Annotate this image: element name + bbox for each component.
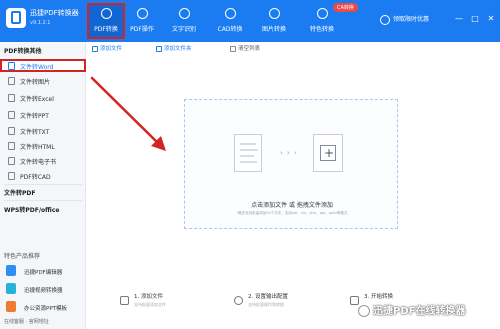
app-version: v9.1.2.1 (30, 20, 51, 26)
sidebar-item-to-word[interactable]: 文件转Word (0, 59, 86, 72)
sidebar-footer-links[interactable]: 在线客服 · 官网地址 (4, 318, 49, 325)
source-document-icon (234, 134, 262, 172)
document-icon (8, 94, 15, 102)
add-file-step-icon (120, 296, 129, 305)
trash-icon (230, 45, 236, 52)
product-video-converter[interactable]: 迅捷视频转换器 (4, 282, 80, 296)
document-icon (8, 62, 15, 70)
document-icon (8, 111, 15, 119)
step-add-file: 1. 添加文件 支持批量添加文件 (134, 294, 166, 307)
document-icon (8, 142, 15, 150)
close-button[interactable]: ✕ (486, 14, 496, 24)
document-icon (8, 77, 15, 85)
app-title: 迅捷PDF转换器 (30, 9, 79, 17)
special-convert-icon (316, 8, 328, 19)
clear-list-button[interactable]: 清空列表 (230, 44, 260, 52)
sidebar-item-pdf-to-cad[interactable]: PDF转CAD (0, 169, 86, 182)
minimize-button[interactable]: — (454, 14, 464, 24)
sidebar-item-to-image[interactable]: 文件转图片 (0, 74, 86, 87)
dropzone-title: 点击添加文件 或 拖拽文件添加 (251, 202, 333, 209)
sidebar-item-to-excel[interactable]: 文件转Excel (0, 91, 86, 104)
nav-ocr[interactable]: 文字识别 (166, 4, 202, 38)
step-start-convert: 3. 开始转换 (364, 294, 393, 300)
folder-icon (156, 45, 162, 52)
pdf-convert-icon (100, 8, 112, 19)
sidebar-item-to-ebook[interactable]: 文件转电子书 (0, 154, 86, 167)
document-icon (8, 157, 15, 165)
product-ppt-templates[interactable]: 办公资源PPT模板 (4, 300, 80, 314)
top-bar: 迅捷PDF转换器 v9.1.2.1 PDF转换 PDF操作 文字识别 CAD转换… (0, 0, 500, 42)
document-icon (8, 172, 15, 180)
sidebar-item-to-ppt[interactable]: 文件转PPT (0, 108, 86, 121)
settings-gear-icon (234, 296, 243, 305)
ocr-icon (178, 8, 190, 19)
file-toolbar: 添加文件 添加文件夹 清空列表 (88, 44, 498, 56)
watermark-logo-icon (358, 305, 370, 317)
file-drop-zone[interactable]: › › › + 点击添加文件 或 拖拽文件添加 *最多支持批量添加50个文件，支… (184, 99, 398, 229)
user-icon (380, 14, 390, 25)
sidebar-section-wps[interactable]: WPS转PDF/office (4, 205, 59, 214)
add-file-icon (92, 45, 98, 52)
add-folder-button[interactable]: 添加文件夹 (156, 44, 192, 52)
dropzone-subtitle: *最多支持批量添加50个文件，支持pdf、xls、xlsx、ppt、pptx等格… (236, 211, 348, 215)
sidebar-section-pdf-convert[interactable]: PDF转换其他 (4, 46, 41, 55)
pdf-operate-icon (136, 8, 148, 19)
app-logo-icon (6, 8, 26, 28)
image-convert-icon (268, 8, 280, 19)
ca-convert-badge[interactable]: CA转换 (333, 3, 358, 12)
document-icon (8, 127, 15, 135)
step-output-settings: 2. 设置输出配置 支持批量操作和转换 (248, 294, 288, 307)
product-pdf-editor[interactable]: 迅捷PDF编辑器 (4, 264, 80, 278)
divider (4, 184, 82, 185)
nav-pdf-operate[interactable]: PDF操作 (124, 4, 160, 38)
maximize-button[interactable]: □ (470, 14, 480, 24)
video-converter-icon (6, 283, 16, 294)
watermark: 迅捷PDF在线转换器 (358, 302, 465, 317)
sidebar-section-to-pdf[interactable]: 文件转PDF (4, 188, 35, 197)
sidebar-section-products: 特色产品推荐 (4, 253, 41, 260)
vip-offer-button[interactable]: 领取限时优惠 (380, 14, 429, 25)
plus-icon: + (323, 146, 335, 160)
cad-icon (224, 8, 236, 19)
add-document-icon: + (313, 134, 343, 172)
sidebar: PDF转换其他 文件转Word 文件转图片 文件转Excel 文件转PPT 文件… (0, 42, 86, 329)
divider (4, 200, 82, 201)
sidebar-item-to-txt[interactable]: 文件转TXT (0, 124, 86, 137)
nav-pdf-convert[interactable]: PDF转换 (87, 3, 125, 39)
add-file-button[interactable]: 添加文件 (92, 44, 122, 52)
chevron-right-icon: › › › (280, 149, 298, 157)
nav-cad[interactable]: CAD转换 (212, 4, 248, 38)
pdf-editor-icon (6, 265, 16, 276)
sidebar-item-to-html[interactable]: 文件转HTML (0, 139, 86, 152)
nav-image-convert[interactable]: 图片转换 (256, 4, 292, 38)
ppt-template-icon (6, 301, 16, 312)
